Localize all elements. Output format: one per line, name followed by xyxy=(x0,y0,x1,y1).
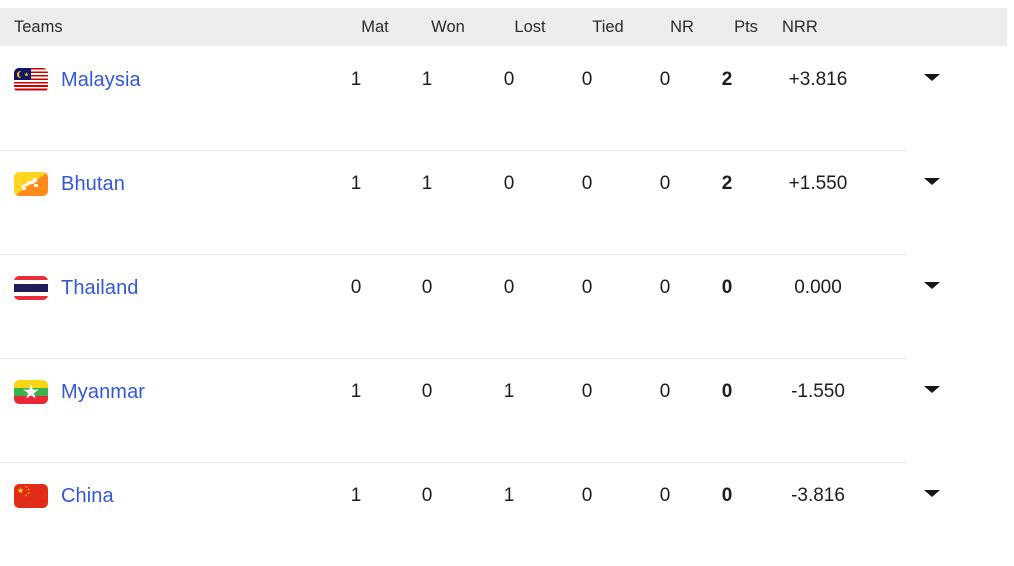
column-header-won: Won xyxy=(431,18,465,36)
chevron-down-icon[interactable] xyxy=(924,490,940,497)
cell-won: 0 xyxy=(421,485,433,506)
column-header-lost: Lost xyxy=(514,18,546,36)
cell-mat: 1 xyxy=(350,173,362,194)
team-flag-icon xyxy=(14,380,48,404)
table-row[interactable]: Thailand 0 0 0 0 0 0 0.000 xyxy=(0,254,1014,358)
column-header-nr: NR xyxy=(670,18,694,36)
cell-pts: 0 xyxy=(721,485,733,506)
cell-pts: 2 xyxy=(721,69,733,90)
chevron-down-icon[interactable] xyxy=(924,74,940,81)
column-header-tied: Tied xyxy=(592,18,624,36)
team-flag-icon xyxy=(14,484,48,508)
team-name-link[interactable]: Malaysia xyxy=(61,69,141,92)
cell-won: 0 xyxy=(421,381,433,402)
team-cell[interactable]: Malaysia xyxy=(14,46,141,114)
column-header-pts: Pts xyxy=(734,18,758,36)
cell-pts: 0 xyxy=(721,381,733,402)
cell-mat: 0 xyxy=(350,277,362,298)
cell-lost: 0 xyxy=(503,277,515,298)
team-name-link[interactable]: China xyxy=(61,485,114,508)
team-flag-icon xyxy=(14,172,48,196)
cell-lost: 1 xyxy=(503,381,515,402)
cell-lost: 0 xyxy=(503,69,515,90)
cell-won: 1 xyxy=(421,69,433,90)
cell-nrr: +1.550 xyxy=(788,173,848,194)
cell-tied: 0 xyxy=(581,173,593,194)
team-cell[interactable]: Thailand xyxy=(14,254,139,322)
team-cell[interactable]: China xyxy=(14,462,114,530)
column-header-mat: Mat xyxy=(361,18,389,36)
cell-pts: 2 xyxy=(721,173,733,194)
team-cell[interactable]: Bhutan xyxy=(14,150,125,218)
cell-tied: 0 xyxy=(581,277,593,298)
team-flag-icon xyxy=(14,276,48,300)
cell-lost: 1 xyxy=(503,485,515,506)
chevron-down-icon[interactable] xyxy=(924,178,940,185)
cell-tied: 0 xyxy=(581,485,593,506)
column-header-nrr: NRR xyxy=(782,18,818,36)
team-cell[interactable]: Myanmar xyxy=(14,358,145,426)
cell-tied: 0 xyxy=(581,69,593,90)
table-body: Malaysia 1 1 0 0 0 2 +3.816 Bhutan 1 1 0… xyxy=(0,46,1014,566)
table-row[interactable]: Malaysia 1 1 0 0 0 2 +3.816 xyxy=(0,46,1014,150)
cell-mat: 1 xyxy=(350,69,362,90)
cell-nrr: 0.000 xyxy=(794,277,842,298)
chevron-down-icon[interactable] xyxy=(924,386,940,393)
table-row[interactable]: Myanmar 1 0 1 0 0 0 -1.550 xyxy=(0,358,1014,462)
cell-won: 1 xyxy=(421,173,433,194)
cell-nrr: -1.550 xyxy=(791,381,845,402)
team-name-link[interactable]: Myanmar xyxy=(61,381,145,404)
table-header-row: Teams Mat Won Lost Tied NR Pts NRR xyxy=(0,8,1007,46)
team-name-link[interactable]: Thailand xyxy=(61,277,139,300)
points-table: Teams Mat Won Lost Tied NR Pts NRR Malay… xyxy=(0,0,1014,554)
table-row[interactable]: Bhutan 1 1 0 0 0 2 +1.550 xyxy=(0,150,1014,254)
table-row[interactable]: China 1 0 1 0 0 0 -3.816 xyxy=(0,462,1014,566)
cell-tied: 0 xyxy=(581,381,593,402)
cell-nrr: -3.816 xyxy=(791,485,845,506)
cell-mat: 1 xyxy=(350,485,362,506)
cell-lost: 0 xyxy=(503,173,515,194)
cell-nrr: +3.816 xyxy=(788,69,848,90)
team-flag-icon xyxy=(14,68,48,92)
chevron-down-icon[interactable] xyxy=(924,282,940,289)
team-name-link[interactable]: Bhutan xyxy=(61,173,125,196)
column-header-teams: Teams xyxy=(14,18,63,36)
cell-pts: 0 xyxy=(721,277,733,298)
cell-won: 0 xyxy=(421,277,433,298)
cell-mat: 1 xyxy=(350,381,362,402)
